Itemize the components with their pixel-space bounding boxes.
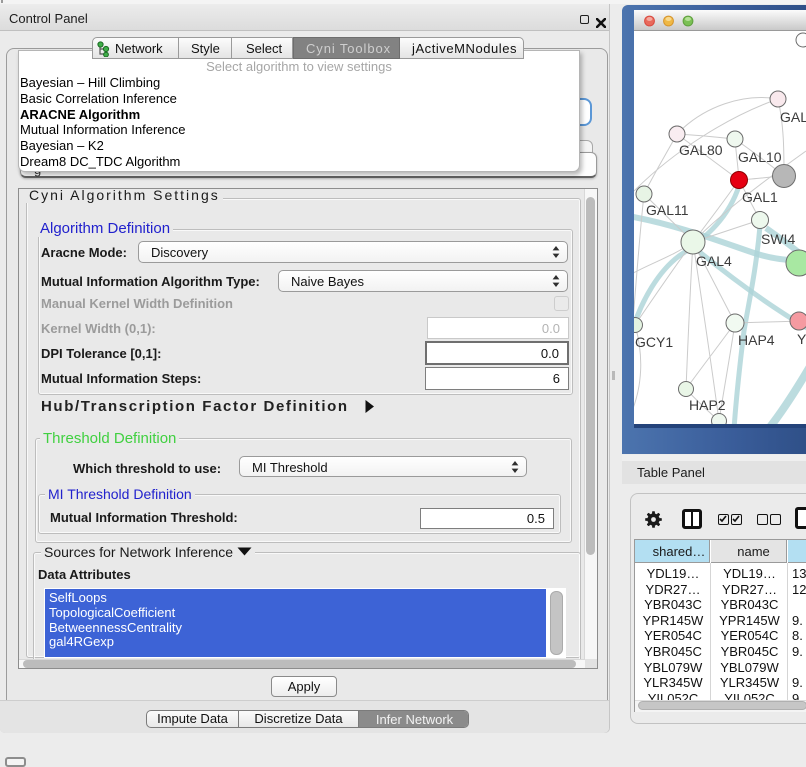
svg-text:GAL4: GAL4 <box>696 253 732 269</box>
svg-text:GAL80: GAL80 <box>679 142 723 158</box>
svg-text:HAP4: HAP4 <box>738 332 775 348</box>
svg-text:GAL1: GAL1 <box>742 189 778 205</box>
svg-text:HAP2: HAP2 <box>689 397 726 413</box>
svg-text:GAL7: GAL7 <box>780 109 806 125</box>
svg-text:SWI4: SWI4 <box>761 231 795 247</box>
svg-text:GCY1: GCY1 <box>635 334 673 350</box>
svg-text:GAL11: GAL11 <box>646 202 689 218</box>
svg-text:Y: Y <box>797 331 806 347</box>
svg-text:GAL10: GAL10 <box>738 149 782 165</box>
